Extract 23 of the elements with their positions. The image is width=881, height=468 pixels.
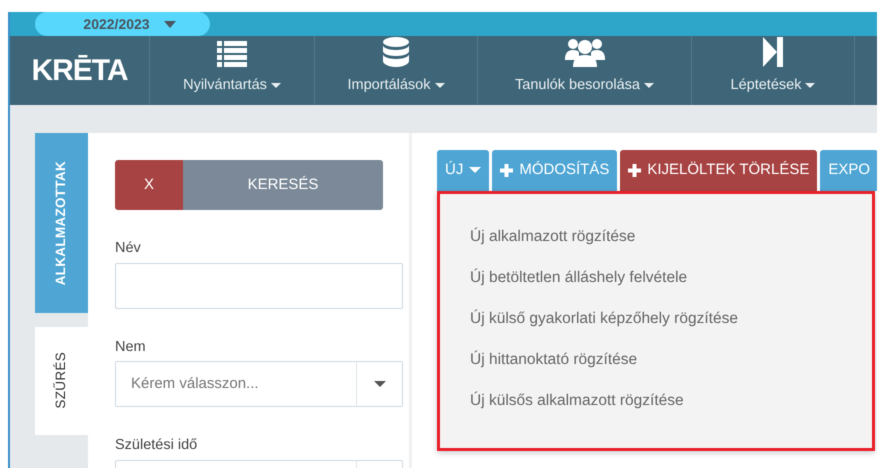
menu-item[interactable]: Új betöltetlen álláshely felvétele	[440, 256, 872, 298]
new-dropdown-button[interactable]: ÚJ	[437, 150, 490, 191]
clear-button[interactable]: X	[115, 160, 183, 210]
menu-item[interactable]: Léptetések	[692, 36, 855, 105]
logo[interactable]: KRĒTA	[10, 36, 150, 105]
menu-item[interactable]: Tanulók besorolása	[478, 36, 692, 105]
toolbar-button[interactable]: KIJELÖLTEK TÖRLÉSE	[620, 150, 818, 191]
toolbar-button[interactable]: MÓDOSÍTÁS	[492, 150, 618, 191]
menu-item[interactable]: Új külsős alkalmazott rögzítése	[440, 380, 872, 421]
menu-item[interactable]: Új külső gyakorlati képzőhely rögzítése	[440, 298, 872, 339]
field-label: Név	[115, 238, 142, 258]
toolbar-button[interactable]: EXPO	[820, 150, 877, 191]
select-field[interactable]: Kérem válasszon...	[115, 361, 403, 408]
menu-item[interactable]: Új hittanoktató rögzítése	[440, 338, 872, 380]
year-selector[interactable]: 2022/2023	[35, 12, 210, 36]
side-tab[interactable]: ALKALMAZOTTAK	[35, 132, 88, 313]
menu-item[interactable]: Nyilvántartás	[150, 36, 315, 105]
field-label: Nem	[115, 338, 147, 356]
search-button[interactable]: KERESÉS	[183, 160, 383, 210]
side-tab[interactable]: SZŰRÉS	[35, 326, 88, 435]
field-label: Születési idő	[115, 436, 198, 456]
menu-item[interactable]: Importálások	[315, 36, 478, 105]
menu-item[interactable]: Új alkalmazott rögzítése	[440, 216, 872, 257]
